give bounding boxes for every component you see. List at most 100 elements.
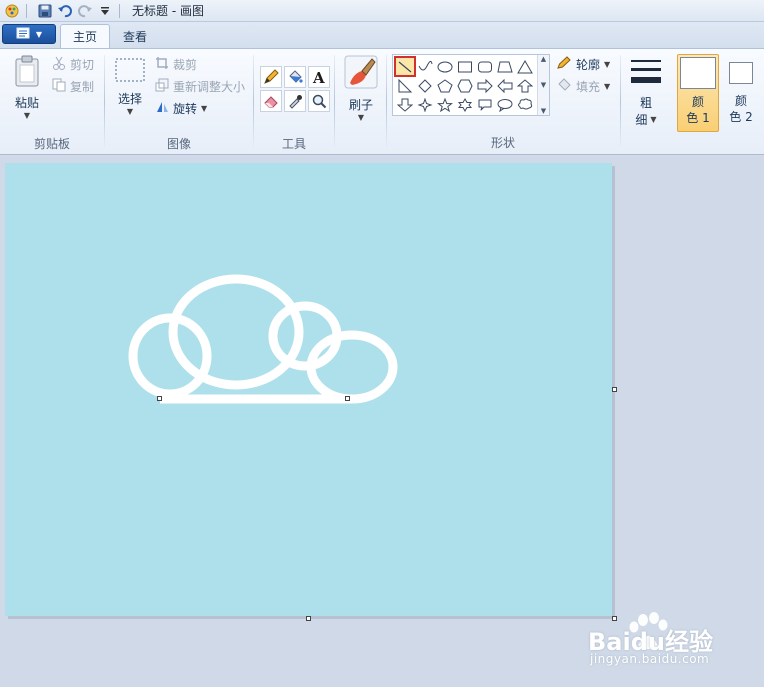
crop-icon [155, 56, 169, 73]
color1-label: 颜 色 1 [678, 94, 718, 126]
ribbon: 粘贴 ▼ 剪切 复制 剪贴板 选择 ▼ 裁剪 重新调整大小 旋转 ▼ 图像 A … [0, 48, 764, 155]
crop-label: 裁剪 [173, 58, 198, 72]
undo-icon[interactable] [57, 3, 73, 19]
color1-label-line2: 色 1 [686, 111, 710, 125]
canvas-area[interactable] [0, 156, 764, 687]
cloud-callout-shape-icon[interactable] [515, 95, 535, 114]
save-icon[interactable] [37, 3, 53, 19]
color2-label-line1: 颜 [734, 94, 747, 108]
right-arrow-shape-icon[interactable] [475, 76, 495, 95]
six-point-star-shape-icon[interactable] [455, 95, 475, 114]
resize-button[interactable]: 重新调整大小 [155, 78, 245, 95]
tab-home[interactable]: 主页 [60, 24, 111, 48]
size-button[interactable]: 粗 细 ▼ [626, 57, 666, 128]
scroll-down-icon[interactable]: ▼ [541, 81, 546, 89]
size-label-line2: 细 [635, 113, 648, 127]
image-group-label: 图像 [166, 137, 191, 151]
line-shape-icon[interactable] [394, 56, 416, 77]
svg-text:A: A [312, 69, 325, 85]
four-point-star-shape-icon[interactable] [415, 95, 435, 114]
shapes-scrollbar[interactable]: ▲ ▼ ▼ [537, 55, 549, 115]
canvas-resize-handle-right[interactable] [612, 387, 617, 392]
triangle-shape-icon[interactable] [515, 57, 535, 76]
fill-button[interactable]: 填充 ▼ [556, 78, 610, 95]
group-divider [386, 55, 387, 149]
copy-icon [52, 78, 66, 95]
cloud-drawing [128, 274, 398, 404]
color2-label: 颜 色 2 [724, 93, 758, 125]
size-label-line1: 粗 [639, 96, 652, 110]
scroll-up-icon[interactable]: ▲ [541, 55, 546, 63]
shapes-group-label: 形状 [490, 136, 515, 150]
paint-app-icon[interactable] [4, 3, 20, 19]
eraser-icon[interactable] [260, 90, 282, 112]
tab-view[interactable]: 查看 [111, 24, 159, 48]
right-triangle-shape-icon[interactable] [395, 76, 415, 95]
document-icon [16, 27, 30, 42]
rotate-button[interactable]: 旋转 ▼ [155, 100, 207, 117]
pentagon-shape-icon[interactable] [435, 76, 455, 95]
selection-icon [114, 57, 146, 86]
quick-access-separator [26, 3, 27, 18]
window-title: 无标题 - 画图 [132, 4, 204, 18]
magnifier-icon[interactable] [308, 90, 330, 112]
ribbon-tab-row: ▼ 主页 查看 [0, 22, 764, 48]
customize-quick-access-icon[interactable] [97, 3, 113, 19]
color2-button[interactable]: 颜 色 2 [724, 56, 760, 132]
line-width-icon [629, 57, 663, 90]
line-handle-start[interactable] [157, 396, 162, 401]
rotate-icon [155, 100, 169, 117]
pencil-icon[interactable] [260, 66, 282, 88]
down-arrow-shape-icon[interactable] [395, 95, 415, 114]
text-icon[interactable]: A [308, 66, 330, 88]
color-picker-icon[interactable] [284, 90, 306, 112]
color2-swatch [729, 62, 753, 84]
copy-label: 复制 [70, 80, 95, 94]
left-arrow-shape-icon[interactable] [495, 76, 515, 95]
polygon-shape-icon[interactable] [495, 57, 515, 76]
fill-label: 填充 [576, 80, 601, 94]
fill-icon [556, 78, 572, 95]
line-handle-end[interactable] [345, 396, 350, 401]
brushes-label: 刷子 [348, 98, 373, 112]
fill-bucket-icon[interactable] [284, 66, 306, 88]
clipboard-group: 粘贴 ▼ 剪切 复制 剪贴板 [0, 49, 104, 155]
baidu-watermark: Baidu经验 jingyan.baidu.com [588, 612, 764, 684]
cut-label: 剪切 [70, 58, 95, 72]
color2-label-line2: 色 2 [729, 110, 753, 124]
color1-swatch [680, 57, 716, 89]
tab-label: 主页 [73, 30, 98, 44]
clipboard-icon [14, 55, 40, 90]
up-arrow-shape-icon[interactable] [515, 76, 535, 95]
expand-gallery-icon[interactable]: ▼ [541, 107, 546, 115]
brush-icon [344, 55, 378, 92]
chevron-down-icon: ▼ [23, 111, 31, 120]
canvas-resize-handle-bottom[interactable] [306, 616, 311, 621]
cut-button[interactable]: 剪切 [52, 56, 94, 73]
paint-menu-button[interactable]: ▼ [2, 24, 56, 44]
hexagon-shape-icon[interactable] [455, 76, 475, 95]
group-divider [334, 55, 335, 149]
rectangle-shape-icon[interactable] [455, 57, 475, 76]
select-button[interactable]: 选择 ▼ [113, 57, 147, 116]
redo-icon[interactable] [77, 3, 93, 19]
chevron-down-icon: ▼ [357, 113, 365, 122]
oval-shape-icon[interactable] [435, 57, 455, 76]
crop-button[interactable]: 裁剪 [155, 56, 197, 73]
diamond-shape-icon[interactable] [415, 76, 435, 95]
rounded-rectangle-shape-icon[interactable] [475, 57, 495, 76]
oval-callout-shape-icon[interactable] [495, 95, 515, 114]
chevron-down-icon: ▼ [201, 104, 208, 113]
five-point-star-shape-icon[interactable] [435, 95, 455, 114]
drawing-canvas[interactable] [5, 163, 612, 616]
watermark-url: jingyan.baidu.com [590, 652, 710, 666]
color1-button[interactable]: 颜 色 1 [677, 54, 719, 132]
size-label-row: 细 ▼ [635, 111, 656, 128]
outline-button[interactable]: 轮廓 ▼ [556, 56, 610, 73]
chevron-down-icon: ▼ [650, 115, 657, 124]
brushes-button[interactable]: 刷子 ▼ [341, 55, 381, 122]
copy-button[interactable]: 复制 [52, 78, 94, 95]
curve-shape-icon[interactable] [415, 57, 435, 76]
rounded-callout-shape-icon[interactable] [475, 95, 495, 114]
paste-button[interactable]: 粘贴 ▼ [8, 55, 46, 120]
